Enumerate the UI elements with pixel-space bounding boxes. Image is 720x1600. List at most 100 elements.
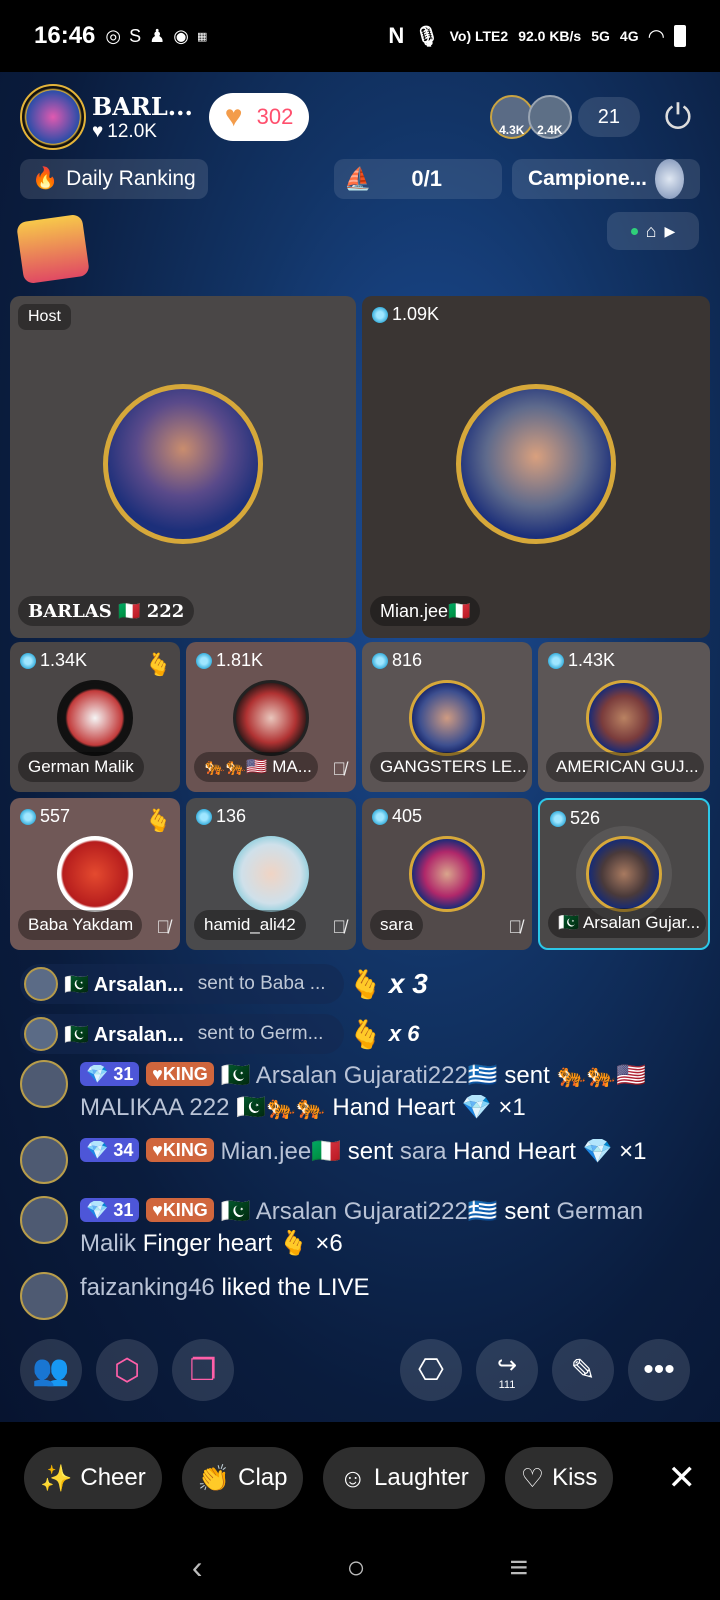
campione-button[interactable]: Campione... [512,159,700,199]
guest-main-tile[interactable]: 1.09K Mian.jee🇮🇹 [362,296,710,638]
temu-icon: ▦ [196,30,208,43]
kiss-button[interactable]: ♡ Kiss [504,1447,614,1509]
coin-icon [372,306,388,323]
sender-avatar [24,1017,58,1051]
gift-recipient: sent to Baba ... [197,973,326,994]
effects-button[interactable]: ⬡ [96,1339,158,1401]
host-likes-value: 12.0K [107,120,157,142]
laughter-button[interactable]: ☺ Laughter [323,1447,485,1509]
chat-avatar[interactable] [20,1196,68,1244]
chat-avatar[interactable] [20,1272,68,1320]
chat-text: 💎 31 ♥KING 🇵🇰 Arsalan Gujarati222🇬🇷 sent… [80,1060,680,1124]
back-icon[interactable]: ‹ [192,1549,203,1586]
coin-icon [548,652,564,669]
share-icon: ↪ [496,1351,518,1379]
guest-avatar [57,680,133,756]
coins-counter: 1.43K [548,650,615,671]
viewer-count[interactable]: 21 [577,97,640,137]
battery-icon [674,25,686,47]
host-info[interactable]: BARL... ♥ 12.0K [92,92,193,143]
host-tile[interactable]: Host BARLAS 🇮🇹 222 [10,296,356,638]
new-feature-button[interactable]: ❐ [172,1339,234,1401]
chat-user[interactable]: 🇵🇰 Arsalan Gujarati222🇬🇷 [220,1198,497,1225]
guest-tile[interactable]: 136 hamid_ali42 🎙̸ [186,798,356,950]
live-header: BARL... ♥ 12.0K ♥ 302 4.3K 2.4K 21 ⏻ [20,84,700,150]
host-avatar[interactable] [20,84,86,150]
host-badge: Host [18,304,71,330]
guest-tile[interactable]: 1.43K AMERICAN GUJ... [538,642,710,792]
close-icon[interactable]: ✕ [668,1458,697,1498]
interaction-button[interactable]: ⎔ [400,1339,462,1401]
king-badge: ♥KING [146,1062,214,1086]
guest-avatar [586,680,662,756]
chat-text: 💎 34 ♥KING Mian.jee🇮🇹 sent sara Hand Hea… [80,1136,647,1184]
share-button[interactable]: ↪ 111 [476,1339,538,1401]
sender-avatar [24,967,58,1001]
host-likes: ♥ 12.0K [92,121,193,143]
gift-multiplier: x 6 [388,1021,420,1046]
kiss-icon: ♡ [520,1462,545,1493]
chat-avatar[interactable] [20,1060,68,1108]
live-mode-control[interactable]: ⌂ ▶ [607,212,699,250]
guest-tile-selected[interactable]: 526 🇵🇰 Arsalan Gujar... [538,798,710,950]
recents-icon[interactable]: ≡ [509,1549,528,1586]
king-badge: ♥KING [146,1138,214,1162]
chat-avatar[interactable] [20,1136,68,1184]
clap-button[interactable]: 👏 Clap [181,1447,304,1509]
match-score-button[interactable]: ⛵ 0/1 [334,159,502,199]
heart-icon: ♥ [92,120,104,142]
gift-banner: 🇵🇰 Arsalan... sent to Germ... 🫰 x 6 [20,1014,419,1054]
home-nav-icon[interactable]: ○ [346,1549,365,1586]
guest-main-avatar [456,384,616,544]
chat-user[interactable]: faizanking46 [80,1274,215,1301]
snapchat-icon: ♟ [149,25,166,46]
chat-message: 💎 31 ♥KING 🇵🇰 Arsalan Gujarati222🇬🇷 sent… [20,1196,680,1260]
coins-counter: 557 [20,806,70,827]
chat-feed[interactable]: 💎 31 ♥KING 🇵🇰 Arsalan Gujarati222🇬🇷 sent… [20,1060,680,1332]
finger-heart-icon: 🫰 [144,808,172,833]
guest-tile[interactable]: 405 sara 🎙̸ [362,798,532,950]
guests-button[interactable]: 👥 [20,1339,82,1401]
gift-banner-pill[interactable]: 🇵🇰 Arsalan... sent to Germ... [20,1014,344,1054]
level-badge: 💎 34 [80,1138,140,1162]
cheer-button[interactable]: ✨ Cheer [24,1447,162,1509]
gift-sender: 🇵🇰 Arsalan... [64,1023,184,1046]
gift-sender: 🇵🇰 Arsalan... [64,973,184,996]
viewer-avatar[interactable]: 2.4K [527,95,572,139]
gift-recipient: sent to Germ... [197,1023,324,1044]
book-sparkle-icon: ❐ [189,1353,217,1387]
status-bar: 16:46 ◎ S ♟ ◉ ▦ N 🎙 Vo) LTE2 92.0 KB/s 5… [0,0,720,72]
gift-banner-pill[interactable]: 🇵🇰 Arsalan... sent to Baba ... [20,964,344,1004]
magic-wand-icon: ✎ [570,1353,596,1387]
daily-ranking-button[interactable]: 🔥 Daily Ranking [20,159,208,199]
treasure-box-icon[interactable] [16,213,90,285]
clock: 16:46 [34,22,96,49]
chat-user[interactable]: Mian.jee🇮🇹 [220,1138,341,1165]
chat-gift: Hand Heart [332,1094,456,1121]
guest-tile[interactable]: 816 GANGSTERS LE... [362,642,532,792]
chat-text: 💎 31 ♥KING 🇵🇰 Arsalan Gujarati222🇬🇷 sent… [80,1196,680,1260]
finger-heart-icon: 🫰 [348,1018,383,1050]
guest-avatar [233,680,309,756]
heart-count: 302 [256,104,294,129]
live-dot-icon [630,227,638,235]
mic-muted-icon: 🎙̸ [332,759,347,779]
signal-4g: 4G [619,28,639,44]
mic-icon: 🎙 [414,25,440,48]
guest-tile[interactable]: 1.34K 🫰 German Malik [10,642,180,792]
reactions-bar: ✨ Cheer 👏 Clap ☺ Laughter ♡ Kiss ✕ [0,1422,720,1534]
coin-icon [372,808,388,825]
guest-avatar [586,836,662,912]
heart-counter-button[interactable]: ♥ 302 [208,93,310,141]
cube-icon: ⬡ [113,1353,141,1387]
chat-user[interactable]: 🇵🇰 Arsalan Gujarati222🇬🇷 [220,1062,497,1089]
guest-tile[interactable]: 557 🫰 Baba Yakdam 🎙̸ [10,798,180,950]
share-count: 111 [498,1378,516,1391]
wifi-icon: ◠ [648,25,664,48]
power-icon[interactable]: ⏻ [656,95,700,139]
chat-verb: sent [347,1138,394,1165]
guest-tile[interactable]: 1.81K 🐅🐅🇺🇸 MA... 🎙̸ [186,642,356,792]
enhance-button[interactable]: ✎ [552,1339,614,1401]
top-viewers[interactable]: 4.3K 2.4K 21 [489,95,640,139]
more-button[interactable]: ••• [628,1339,690,1401]
